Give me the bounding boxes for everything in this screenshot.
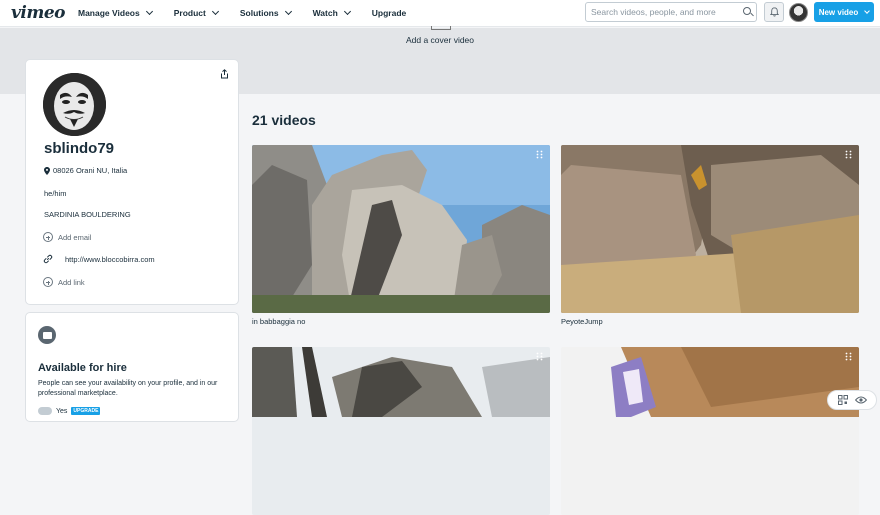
drag-handle-icon[interactable] bbox=[845, 352, 852, 361]
profile-card: sblindo79 08026 Orani NU, Italia he/him … bbox=[25, 59, 239, 305]
nav-solutions[interactable]: Solutions bbox=[239, 7, 292, 18]
video-thumbnail-image bbox=[252, 347, 550, 515]
video-thumbnail[interactable] bbox=[252, 347, 550, 515]
website-url[interactable]: http://www.bloccobirra.com bbox=[65, 255, 155, 264]
nav-watch[interactable]: Watch bbox=[312, 7, 351, 18]
profile-location: 08026 Orani NU, Italia bbox=[44, 166, 127, 175]
nav-label: Product bbox=[173, 8, 206, 18]
chevron-down-icon bbox=[864, 7, 871, 14]
new-video-label: New video bbox=[818, 7, 859, 17]
hire-description: People can see your availability on your… bbox=[38, 380, 218, 397]
top-navigation-bar: vimeo Manage Videos Product Solutions Wa… bbox=[0, 0, 880, 27]
add-email-button[interactable]: Add email bbox=[43, 232, 91, 242]
chevron-down-icon bbox=[343, 7, 351, 16]
vimeo-logo[interactable]: vimeo bbox=[11, 3, 65, 23]
user-avatar-button[interactable] bbox=[789, 3, 808, 22]
chevron-down-icon bbox=[211, 7, 219, 16]
chevron-down-icon bbox=[284, 7, 292, 16]
nav-manage-videos[interactable]: Manage Videos bbox=[78, 7, 153, 18]
share-icon[interactable] bbox=[220, 69, 229, 79]
notifications-button[interactable] bbox=[764, 2, 784, 22]
chevron-down-icon bbox=[145, 7, 153, 16]
add-email-label: Add email bbox=[58, 232, 92, 242]
profile-pronouns: he/him bbox=[44, 189, 67, 198]
location-pin-icon bbox=[44, 166, 50, 175]
search-icon[interactable] bbox=[743, 7, 751, 15]
drag-handle-icon[interactable] bbox=[845, 150, 852, 159]
nav-product[interactable]: Product bbox=[173, 7, 219, 18]
qr-code-icon[interactable] bbox=[837, 395, 848, 405]
video-thumbnail-image bbox=[561, 145, 859, 313]
nav-label: Manage Videos bbox=[78, 8, 140, 18]
new-video-button[interactable]: New video bbox=[814, 2, 874, 22]
profile-username: sblindo79 bbox=[44, 140, 115, 157]
video-count: 21 videos bbox=[252, 112, 316, 128]
location-text: 08026 Orani NU, Italia bbox=[53, 166, 128, 175]
video-title[interactable]: in babbaggia no bbox=[252, 317, 305, 326]
drag-handle-icon[interactable] bbox=[536, 150, 543, 159]
video-title[interactable]: PeyoteJump bbox=[561, 317, 603, 326]
floating-view-controls bbox=[827, 390, 877, 410]
website-link[interactable]: http://www.bloccobirra.com bbox=[43, 254, 155, 264]
add-link-button[interactable]: Add link bbox=[43, 277, 85, 287]
video-thumbnail-image bbox=[252, 145, 550, 313]
nav-label: Solutions bbox=[239, 8, 279, 18]
eye-icon[interactable] bbox=[854, 396, 867, 404]
hire-toggle-label: Yes bbox=[56, 407, 68, 415]
link-icon bbox=[43, 254, 53, 264]
video-thumbnail[interactable] bbox=[561, 347, 859, 515]
add-cover-video-link[interactable]: Add a cover video bbox=[0, 35, 880, 45]
main-nav: Manage Videos Product Solutions Watch Up… bbox=[78, 0, 428, 26]
bell-icon bbox=[769, 7, 779, 17]
nav-label: Upgrade bbox=[371, 8, 407, 18]
upload-icon bbox=[431, 26, 451, 30]
profile-avatar bbox=[43, 73, 106, 136]
briefcase-icon bbox=[38, 326, 56, 344]
video-thumbnail-image bbox=[561, 347, 859, 515]
search-placeholder: Search videos, people, and more bbox=[591, 7, 716, 17]
profile-bio: SARDINIA BOULDERING bbox=[44, 210, 131, 219]
plus-circle-icon bbox=[43, 277, 53, 287]
search-input[interactable]: Search videos, people, and more bbox=[585, 2, 757, 22]
add-link-label: Add link bbox=[58, 277, 85, 287]
drag-handle-icon[interactable] bbox=[536, 352, 543, 361]
plus-circle-icon bbox=[43, 232, 53, 242]
mask-avatar-image bbox=[43, 73, 106, 136]
hire-card: Available for hire People can see your a… bbox=[25, 312, 239, 422]
nav-label: Watch bbox=[312, 8, 338, 18]
video-thumbnail[interactable] bbox=[252, 145, 550, 313]
video-thumbnail[interactable] bbox=[561, 145, 859, 313]
nav-upgrade[interactable]: Upgrade bbox=[372, 8, 406, 18]
hire-title: Available for hire bbox=[38, 362, 127, 374]
